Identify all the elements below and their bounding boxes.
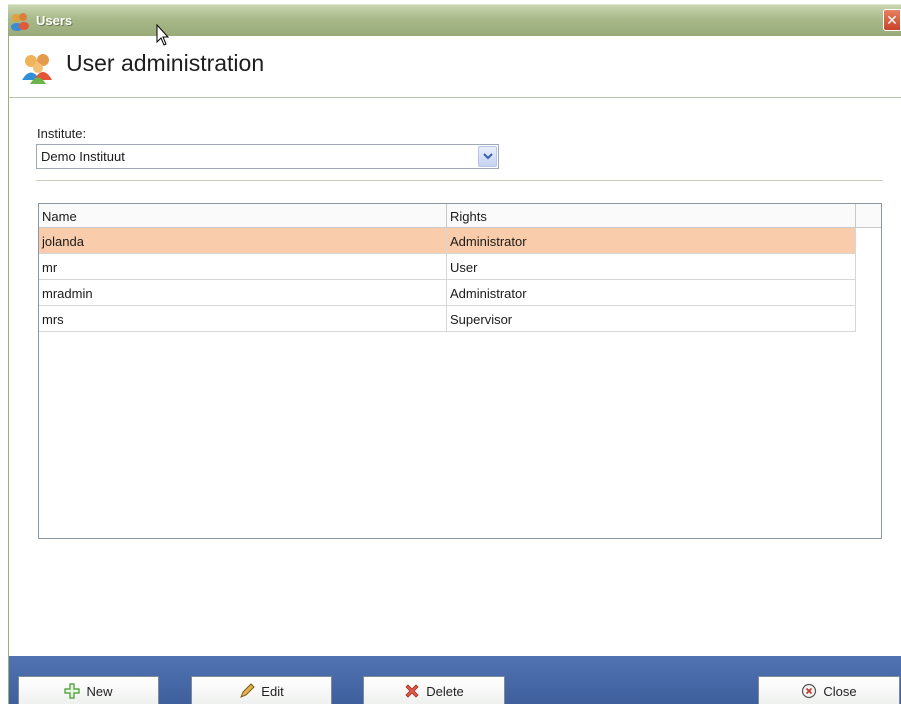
users-app-icon [11,12,29,31]
delete-button[interactable]: Delete [363,676,505,704]
cell-name: mradmin [39,280,447,305]
cell-rights: Administrator [447,228,856,253]
pencil-icon [240,683,256,698]
delete-x-icon [405,684,419,698]
window-title: Users [36,13,73,28]
institute-dropdown[interactable]: Demo Instituut [36,144,499,169]
chevron-down-icon[interactable] [478,146,497,167]
cell-name: mr [39,254,447,279]
page-title: User administration [66,50,265,76]
edit-button-label: Edit [261,683,284,699]
table-row[interactable]: mrs Supervisor [39,306,856,332]
plus-icon [64,683,81,699]
column-header-rights[interactable]: Rights [447,204,856,227]
close-circle-icon [802,683,817,699]
users-table: Name Rights jolanda Administrator mr Use… [38,203,882,539]
table-row[interactable]: jolanda Administrator [39,228,856,254]
title-bar: Users ✕ [8,4,901,36]
cell-rights: User [447,254,856,279]
edit-button[interactable]: Edit [191,676,332,704]
column-header-name[interactable]: Name [39,204,447,227]
table-header: Name Rights [39,204,881,228]
new-button[interactable]: New [18,676,159,704]
mouse-pointer-icon [156,24,170,46]
users-icon [22,54,52,84]
users-window: User administration Institute: Demo Inst… [8,36,901,704]
new-button-label: New [86,683,113,699]
cell-name: mrs [39,306,447,331]
table-row[interactable]: mr User [39,254,856,280]
cell-rights: Supervisor [447,306,856,331]
close-button[interactable]: Close [758,676,900,704]
cell-rights: Administrator [447,280,856,305]
window-close-button[interactable]: ✕ [883,9,901,31]
header: User administration [9,36,901,98]
institute-label: Institute: [37,126,87,141]
close-button-label: Close [823,683,857,699]
institute-selected-value: Demo Instituut [41,149,125,164]
table-row[interactable]: mradmin Administrator [39,280,856,306]
delete-button-label: Delete [426,683,464,699]
cell-name: jolanda [39,228,447,253]
divider [36,180,883,181]
button-bar: New Edit Delete Close [9,656,901,704]
